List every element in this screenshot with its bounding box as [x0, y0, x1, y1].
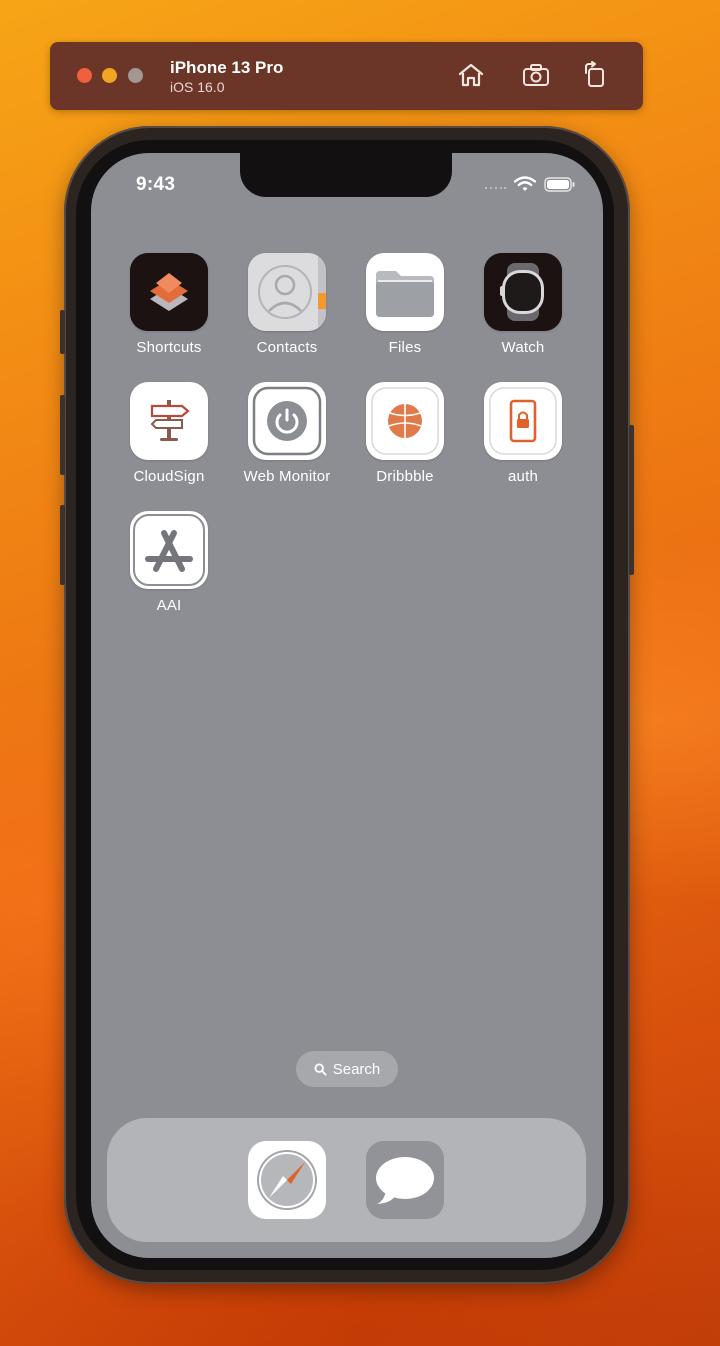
app-auth[interactable]: auth — [468, 382, 578, 485]
messages-icon — [366, 1141, 444, 1219]
rotate-button[interactable] — [579, 60, 611, 90]
app-label: AAI — [156, 597, 182, 614]
power-button — [629, 425, 634, 575]
status-time: 9:43 — [136, 174, 176, 195]
search-label: Search — [332, 1060, 381, 1078]
volume-up-button — [60, 395, 65, 475]
app-shortcuts[interactable]: Shortcuts — [114, 253, 224, 356]
status-icons — [484, 176, 576, 192]
power-icon[interactable] — [248, 382, 326, 460]
app-contacts[interactable]: Contacts — [232, 253, 342, 356]
mute-switch — [60, 310, 65, 354]
app-label: auth — [508, 468, 538, 485]
app-dribbble[interactable]: Dribbble — [350, 382, 460, 485]
home-button[interactable] — [455, 60, 487, 90]
app-label: Shortcuts — [136, 339, 202, 356]
wifi-icon — [514, 176, 536, 191]
home-icon — [458, 63, 484, 87]
app-files[interactable]: Files — [350, 253, 460, 356]
files-icon[interactable] — [366, 253, 444, 331]
app-label: Files — [388, 339, 422, 356]
minimize-window-button[interactable] — [102, 68, 117, 83]
app-label: Web Monitor — [243, 468, 331, 485]
device-name: iPhone 13 Pro — [170, 58, 284, 77]
rotate-icon — [585, 61, 604, 87]
app-watch[interactable]: Watch — [468, 253, 578, 356]
zoom-window-button[interactable] — [128, 68, 143, 83]
screenshot-button[interactable] — [520, 60, 552, 90]
close-window-button[interactable] — [77, 68, 92, 83]
shortcuts-icon[interactable] — [130, 253, 208, 331]
dock — [107, 1118, 586, 1242]
basketball-icon[interactable] — [366, 382, 444, 460]
signpost-icon[interactable] — [130, 382, 208, 460]
notch — [240, 153, 452, 197]
spotlight-search-button[interactable]: Search — [296, 1051, 398, 1087]
contacts-icon[interactable] — [248, 253, 326, 331]
dock-safari[interactable] — [248, 1141, 326, 1219]
battery-icon — [544, 176, 575, 192]
dock-messages[interactable] — [366, 1141, 444, 1219]
app-label: Dribbble — [376, 468, 434, 485]
app-cloudsign[interactable]: CloudSign — [114, 382, 224, 485]
cellular-icon — [485, 187, 506, 189]
app-label: Contacts — [256, 339, 318, 356]
screenshot-icon — [523, 64, 549, 86]
volume-down-button — [60, 505, 65, 585]
app-aai[interactable]: AAI — [114, 511, 224, 614]
search-icon — [314, 1062, 327, 1076]
app-label: CloudSign — [133, 468, 205, 485]
app-label: Watch — [501, 339, 545, 356]
watch-icon[interactable] — [484, 253, 562, 331]
safari-icon — [257, 1150, 317, 1210]
app-store-icon[interactable] — [130, 511, 208, 589]
app-web-monitor[interactable]: Web Monitor — [232, 382, 342, 485]
lock-icon[interactable] — [484, 382, 562, 460]
os-version: iOS 16.0 — [170, 79, 225, 95]
